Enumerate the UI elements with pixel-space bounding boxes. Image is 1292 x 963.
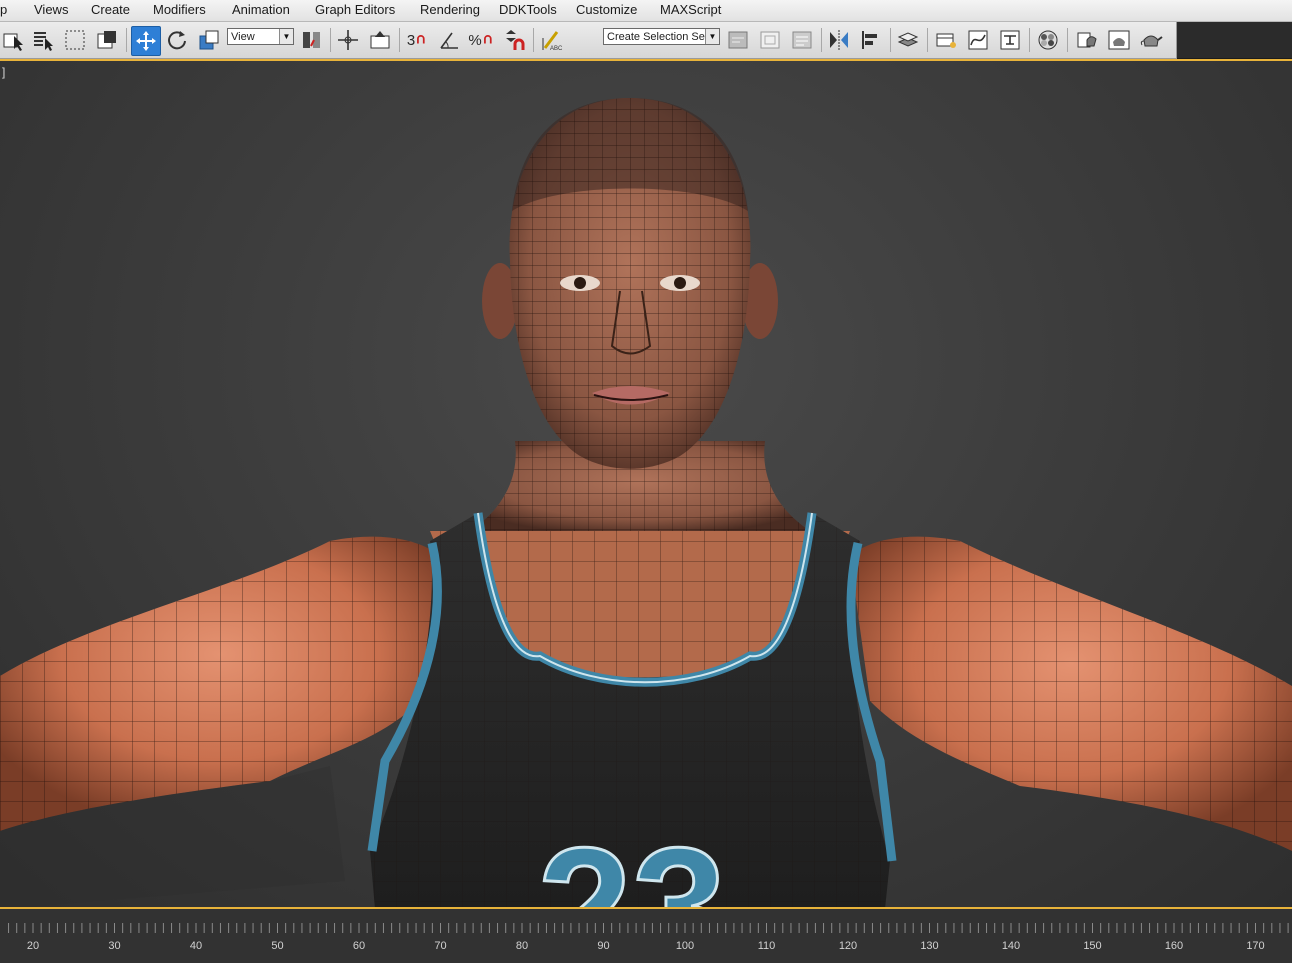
menu-item-p[interactable]: p [0, 2, 7, 17]
render-setup-icon[interactable] [1073, 26, 1101, 54]
named-selection-set-dropdown[interactable]: Create Selection Se ▼ [603, 28, 720, 45]
toolbar-separator [1067, 28, 1068, 52]
percent-snap-icon[interactable]: % [468, 26, 496, 54]
toolbar-separator [330, 28, 331, 52]
main-toolbar: View ▼ 3 % ABC Create Selection Se ▼ [0, 22, 1177, 59]
select-and-rotate-icon[interactable] [163, 26, 191, 54]
timeline-tick-label: 50 [271, 940, 283, 952]
timeline-tick-label: 40 [190, 940, 202, 952]
material-editor-icon[interactable] [1034, 26, 1062, 54]
angle-snap-icon[interactable] [436, 26, 464, 54]
timeline-tick-label: 110 [758, 940, 776, 952]
viewport-label[interactable]: ] [2, 65, 5, 79]
toolbar-separator [533, 28, 534, 52]
timeline-tick-label: 80 [516, 940, 528, 952]
scene-explorer-icon[interactable] [932, 26, 960, 54]
menu-item-create[interactable]: Create [91, 2, 130, 17]
menu-item-views[interactable]: Views [34, 2, 68, 17]
named-selection-copy-icon[interactable] [756, 26, 784, 54]
select-and-manipulate-icon[interactable] [334, 26, 362, 54]
toolbar-empty-area [1177, 22, 1292, 58]
timeline-tick-label: 30 [108, 940, 120, 952]
chevron-down-icon: ▼ [705, 29, 719, 44]
select-and-move-icon[interactable] [131, 26, 161, 56]
reference-coordinate-value: View [231, 31, 255, 43]
render-frame-window-icon[interactable] [1105, 26, 1133, 54]
pivot-center-icon[interactable] [298, 26, 326, 54]
timeline-tick-label: 140 [1002, 940, 1020, 952]
toolbar-separator [399, 28, 400, 52]
menu-item-graph-editors[interactable]: Graph Editors [315, 2, 395, 17]
timeline-tick-label: 90 [597, 940, 609, 952]
timeline-ruler[interactable]: 20 30 40 50 60 70 80 90 100 110 120 130 140 150 160 170 [0, 923, 1292, 963]
menu-item-animation[interactable]: Animation [232, 2, 290, 17]
head [482, 98, 778, 469]
timeline-tick-label: 170 [1246, 940, 1264, 952]
perspective-viewport[interactable]: 23 ] [0, 59, 1292, 909]
window-crossing-icon[interactable] [93, 26, 121, 54]
select-object-icon[interactable] [0, 26, 28, 54]
select-and-scale-icon[interactable] [195, 26, 223, 54]
jersey-number: 23 [537, 813, 726, 909]
snaps-toggle-icon[interactable]: 3 [404, 26, 432, 54]
menu-item-modifiers[interactable]: Modifiers [153, 2, 206, 17]
toolbar-separator [1029, 28, 1030, 52]
timeline-tick-label: 70 [434, 940, 446, 952]
named-selection-set-input: Create Selection Se [607, 31, 705, 43]
toolbar-separator [126, 28, 127, 52]
mirror-icon[interactable] [825, 26, 853, 54]
snaps-toggle-label: 3 [406, 31, 416, 49]
timeline-tick-label: 100 [676, 940, 694, 952]
timeline-tick-label: 120 [839, 940, 857, 952]
toolbar-separator [890, 28, 891, 52]
keyboard-shortcut-override-icon[interactable] [366, 26, 394, 54]
menu-bar: p Views Create Modifiers Animation Graph Edit… [0, 0, 1292, 22]
named-selection-paste-icon[interactable] [788, 26, 816, 54]
select-by-name-icon[interactable] [29, 26, 57, 54]
align-icon[interactable] [857, 26, 885, 54]
character-model-render: 23 [0, 98, 1292, 909]
chevron-down-icon: ▼ [279, 29, 293, 44]
render-production-teapot-icon[interactable] [1137, 26, 1165, 54]
timeline-tick-label: 130 [920, 940, 938, 952]
toolbar-separator [927, 28, 928, 52]
named-selection-edit-icon[interactable] [724, 26, 752, 54]
toolbar-separator [821, 28, 822, 52]
menu-item-customize[interactable]: Customize [576, 2, 637, 17]
layer-manager-icon[interactable] [894, 26, 922, 54]
svg-text:ABC: ABC [550, 46, 563, 52]
right-arm [850, 536, 1292, 851]
percent-snap-label: % [468, 31, 482, 49]
reference-coordinate-dropdown[interactable]: View ▼ [227, 28, 294, 45]
schematic-view-icon[interactable] [996, 26, 1024, 54]
timeline-track-bar[interactable]: 20 30 40 50 60 70 80 90 100 110 120 130 140 150 160 170 [0, 907, 1292, 963]
spinner-snap-icon[interactable] [500, 26, 528, 54]
menu-item-maxscript[interactable]: MAXScript [660, 2, 721, 17]
rectangle-selection-region-icon[interactable] [61, 26, 89, 54]
menu-item-ddktools[interactable]: DDKTools [499, 2, 557, 17]
edit-named-selection-icon[interactable]: ABC [537, 26, 565, 54]
timeline-tick-label: 160 [1165, 940, 1183, 952]
timeline-tick-label: 60 [353, 940, 365, 952]
curve-editor-icon[interactable] [964, 26, 992, 54]
menu-item-rendering[interactable]: Rendering [420, 2, 480, 17]
timeline-tick-label: 20 [27, 940, 39, 952]
timeline-tick-label: 150 [1083, 940, 1101, 952]
